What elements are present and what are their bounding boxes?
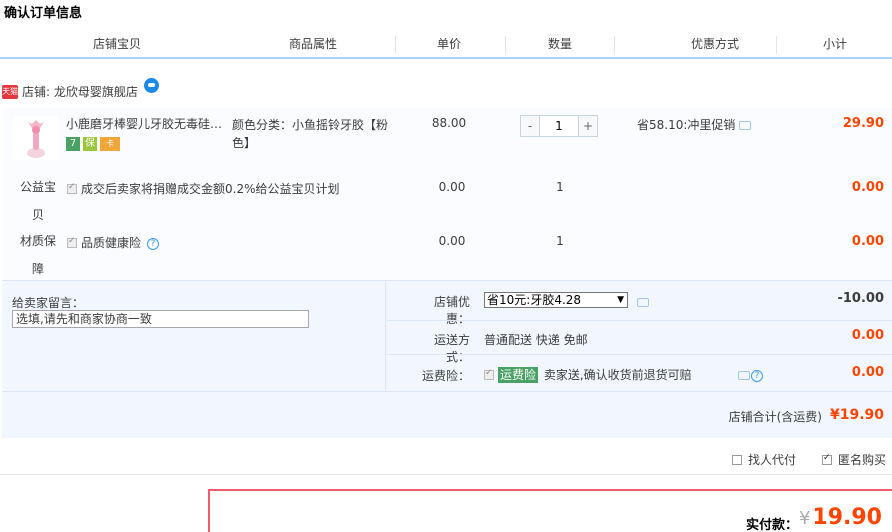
column-header-attr: 商品属性 <box>288 37 337 51</box>
memo-input[interactable]: 选填,请先和商家协商一致 <box>12 310 309 328</box>
insurance-desc: 卖家送,确认收货前退货可赔 <box>543 368 692 382</box>
shop-total-label: 店铺合计(含运费) <box>728 410 822 424</box>
coupon-label: 店铺优惠： <box>433 295 470 326</box>
guarantee-icon: 保 <box>83 136 97 151</box>
product-attribute: 颜色分类：小鱼摇铃牙胶【粉色】 <box>232 118 389 150</box>
shipping-method: 普通配送 快递 免邮 <box>484 333 588 347</box>
qty-decrease-button[interactable]: - <box>521 116 539 136</box>
header-underline <box>0 57 892 59</box>
product-name[interactable]: 小鹿磨牙棒婴儿牙胶无毒硅… <box>66 116 226 132</box>
header-separator <box>505 36 506 54</box>
tmall-badge-icon: 天猫 <box>2 84 18 99</box>
promo-comment-icon[interactable] <box>739 121 752 130</box>
service-total: 0.00 <box>851 234 884 249</box>
column-header-price: 单价 <box>436 37 461 51</box>
shop-name-link[interactable]: 店铺: 龙欣母婴旗舰店 <box>22 85 138 99</box>
service-charity: 成交后卖家将捐赠成交金额0.2%给公益宝贝计划 <box>67 180 340 197</box>
column-header-subtotal: 小计 <box>822 37 847 51</box>
credit-card-icon: 卡 <box>100 136 120 151</box>
page-title: 确认订单信息 <box>4 6 83 21</box>
shipping-label: 运送方式： <box>433 333 470 364</box>
service-checkbox[interactable] <box>67 236 77 248</box>
service-desc: 成交后卖家将捐赠成交金额0.2%给公益宝贝计划 <box>81 182 340 196</box>
insurance-tag: 运费险 <box>498 367 539 383</box>
coupon-comment-icon[interactable] <box>637 298 649 307</box>
seven-day-return-icon: 7 <box>66 136 80 151</box>
section-divider <box>0 474 892 475</box>
product-name-link[interactable]: 小鹿磨牙棒婴儿牙胶无毒硅… 7保卡 <box>66 116 226 151</box>
column-header-promo: 优惠方式 <box>690 37 739 51</box>
memo-label: 给卖家留言： <box>12 296 85 310</box>
payment-amount: ¥19.90 <box>799 505 882 530</box>
qty-input[interactable]: 1 <box>539 116 579 136</box>
insurance-amount: 0.00 <box>851 365 884 380</box>
coupon-select[interactable]: 省10元:牙胶4.28 <box>484 292 628 308</box>
header-separator <box>614 36 615 54</box>
coupon-comment-wrap <box>633 295 649 309</box>
service-desc: 品质健康险 <box>81 236 142 250</box>
row-divider <box>387 320 892 321</box>
service-checkbox[interactable] <box>67 182 77 194</box>
service-price: 0.00 <box>438 234 466 248</box>
payment-label: 实付款： <box>745 518 798 532</box>
payment-value: 19.90 <box>812 505 882 530</box>
insurance-option: 运费险 卖家送,确认收货前退货可赔 <box>484 366 692 383</box>
promo-info: 省58.10:冲里促销 <box>637 116 752 133</box>
column-header-qty: 数量 <box>547 37 572 51</box>
service-label-material: 材质保障 <box>19 234 56 276</box>
header-separator <box>395 36 396 54</box>
help-question-icon[interactable]: ? <box>147 237 160 250</box>
row-divider <box>387 354 892 355</box>
checkbox-label: 匿名购买 <box>838 453 887 467</box>
qty-increase-button[interactable]: + <box>579 116 597 136</box>
service-label-charity: 公益宝贝 <box>19 180 56 222</box>
quantity-stepper: - 1 + <box>520 115 598 137</box>
checkbox-label: 找人代付 <box>748 453 797 467</box>
header-separator <box>776 36 777 54</box>
service-qty: 1 <box>556 234 564 248</box>
item-subtotal: 29.90 <box>842 116 884 131</box>
unit-price: 88.00 <box>431 116 467 130</box>
service-total: 0.00 <box>851 180 884 195</box>
coupon-amount: -10.00 <box>837 291 884 306</box>
service-material: 品质健康险? <box>67 234 160 251</box>
column-header-item: 店铺宝贝 <box>92 37 141 51</box>
insurance-checkbox[interactable] <box>484 368 494 380</box>
anonymous-purchase-option[interactable]: 匿名购买 <box>822 451 886 468</box>
help-question-icon[interactable]: ? <box>751 369 763 382</box>
pay-by-other-checkbox[interactable] <box>732 454 742 465</box>
service-qty: 1 <box>556 180 564 194</box>
shop-row: 天猫 店铺: 龙欣母婴旗舰店 <box>2 78 159 100</box>
anonymous-checkbox[interactable] <box>822 453 832 465</box>
insurance-label: 运费险： <box>421 369 470 383</box>
shop-total-value: ¥19.90 <box>829 407 884 423</box>
pay-by-other-option[interactable]: 找人代付 <box>732 451 796 468</box>
insurance-comment-icon[interactable] <box>738 371 750 380</box>
wangwang-chat-icon[interactable] <box>143 78 159 93</box>
service-price: 0.00 <box>438 180 466 194</box>
insurance-help-wrap: ? <box>738 368 763 382</box>
product-thumbnail[interactable] <box>14 116 58 160</box>
shipping-amount: 0.00 <box>851 328 884 343</box>
currency-symbol: ¥ <box>798 508 811 529</box>
promo-text: 省58.10:冲里促销 <box>637 118 736 132</box>
